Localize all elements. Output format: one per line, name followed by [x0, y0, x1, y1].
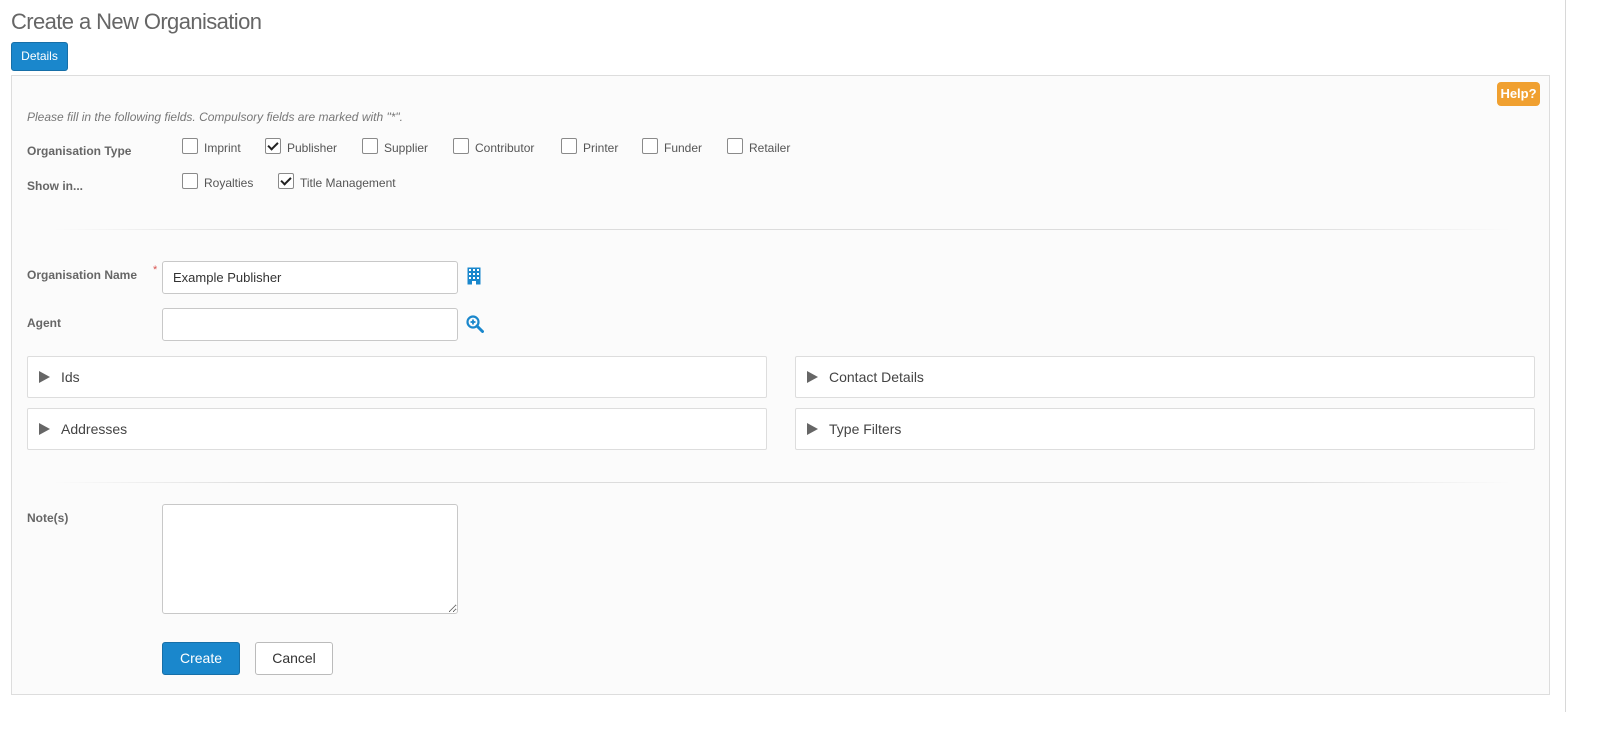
checkbox-printer[interactable]: Printer	[561, 137, 618, 155]
triangle-right-icon	[807, 423, 818, 435]
form-panel: Help? Please fill in the following field…	[11, 75, 1550, 695]
checkbox-box[interactable]	[642, 138, 658, 154]
form-instructions: Please fill in the following fields. Com…	[27, 110, 404, 124]
section-divider	[52, 482, 1512, 483]
organisation-name-label: Organisation Name	[27, 268, 138, 282]
notes-textarea[interactable]	[162, 504, 458, 614]
section-divider	[52, 229, 1512, 230]
checkbox-imprint[interactable]: Imprint	[182, 137, 241, 155]
organisation-type-label: Organisation Type	[27, 144, 132, 158]
checkbox-box[interactable]	[561, 138, 577, 154]
checkbox-supplier[interactable]: Supplier	[362, 137, 428, 155]
triangle-right-icon	[807, 371, 818, 383]
checkbox-box[interactable]	[278, 173, 294, 189]
checkbox-label: Imprint	[204, 141, 241, 155]
checkbox-box[interactable]	[182, 138, 198, 154]
triangle-right-icon	[39, 423, 50, 435]
page: Create a New Organisation Details Help? …	[0, 0, 1618, 735]
checkbox-label: Printer	[583, 141, 619, 155]
page-title: Create a New Organisation	[11, 9, 262, 34]
checkbox-title-management[interactable]: Title Management	[278, 172, 396, 190]
create-button[interactable]: Create	[162, 642, 240, 675]
checkbox-retailer[interactable]: Retailer	[727, 137, 790, 155]
checkbox-box[interactable]	[362, 138, 378, 154]
checkbox-publisher[interactable]: Publisher	[265, 137, 337, 155]
required-marker: *	[153, 264, 158, 276]
checkbox-label: Royalties	[204, 176, 254, 190]
building-icon[interactable]	[467, 267, 485, 285]
section-ids[interactable]: Ids	[27, 356, 767, 398]
checkbox-label: Retailer	[749, 141, 791, 155]
notes-label: Note(s)	[27, 511, 69, 525]
section-label: Ids	[61, 369, 80, 385]
help-button[interactable]: Help?	[1497, 82, 1540, 106]
checkbox-royalties[interactable]: Royalties	[182, 172, 253, 190]
checkbox-box[interactable]	[727, 138, 743, 154]
checkbox-contributor[interactable]: Contributor	[453, 137, 534, 155]
checkbox-label: Publisher	[287, 141, 338, 155]
cancel-button[interactable]: Cancel	[255, 642, 333, 675]
checkbox-funder[interactable]: Funder	[642, 137, 702, 155]
section-label: Type Filters	[829, 421, 902, 437]
section-label: Addresses	[61, 421, 128, 437]
agent-input[interactable]	[162, 308, 458, 341]
checkbox-label: Supplier	[384, 141, 429, 155]
checkbox-label: Title Management	[300, 176, 396, 190]
agent-label: Agent	[27, 316, 61, 330]
section-label: Contact Details	[829, 369, 924, 385]
section-contact-details[interactable]: Contact Details	[795, 356, 1535, 398]
checkbox-label: Funder	[664, 141, 703, 155]
page-edge-divider	[1565, 0, 1566, 712]
show-in-label: Show in...	[27, 179, 83, 193]
checkbox-box[interactable]	[265, 138, 281, 154]
section-addresses[interactable]: Addresses	[27, 408, 767, 450]
search-zoom-icon[interactable]	[466, 315, 484, 333]
section-type-filters[interactable]: Type Filters	[795, 408, 1535, 450]
organisation-name-input[interactable]	[162, 261, 458, 294]
triangle-right-icon	[39, 371, 50, 383]
tab-details[interactable]: Details	[11, 42, 68, 71]
checkbox-label: Contributor	[475, 141, 535, 155]
checkbox-box[interactable]	[453, 138, 469, 154]
checkbox-box[interactable]	[182, 173, 198, 189]
